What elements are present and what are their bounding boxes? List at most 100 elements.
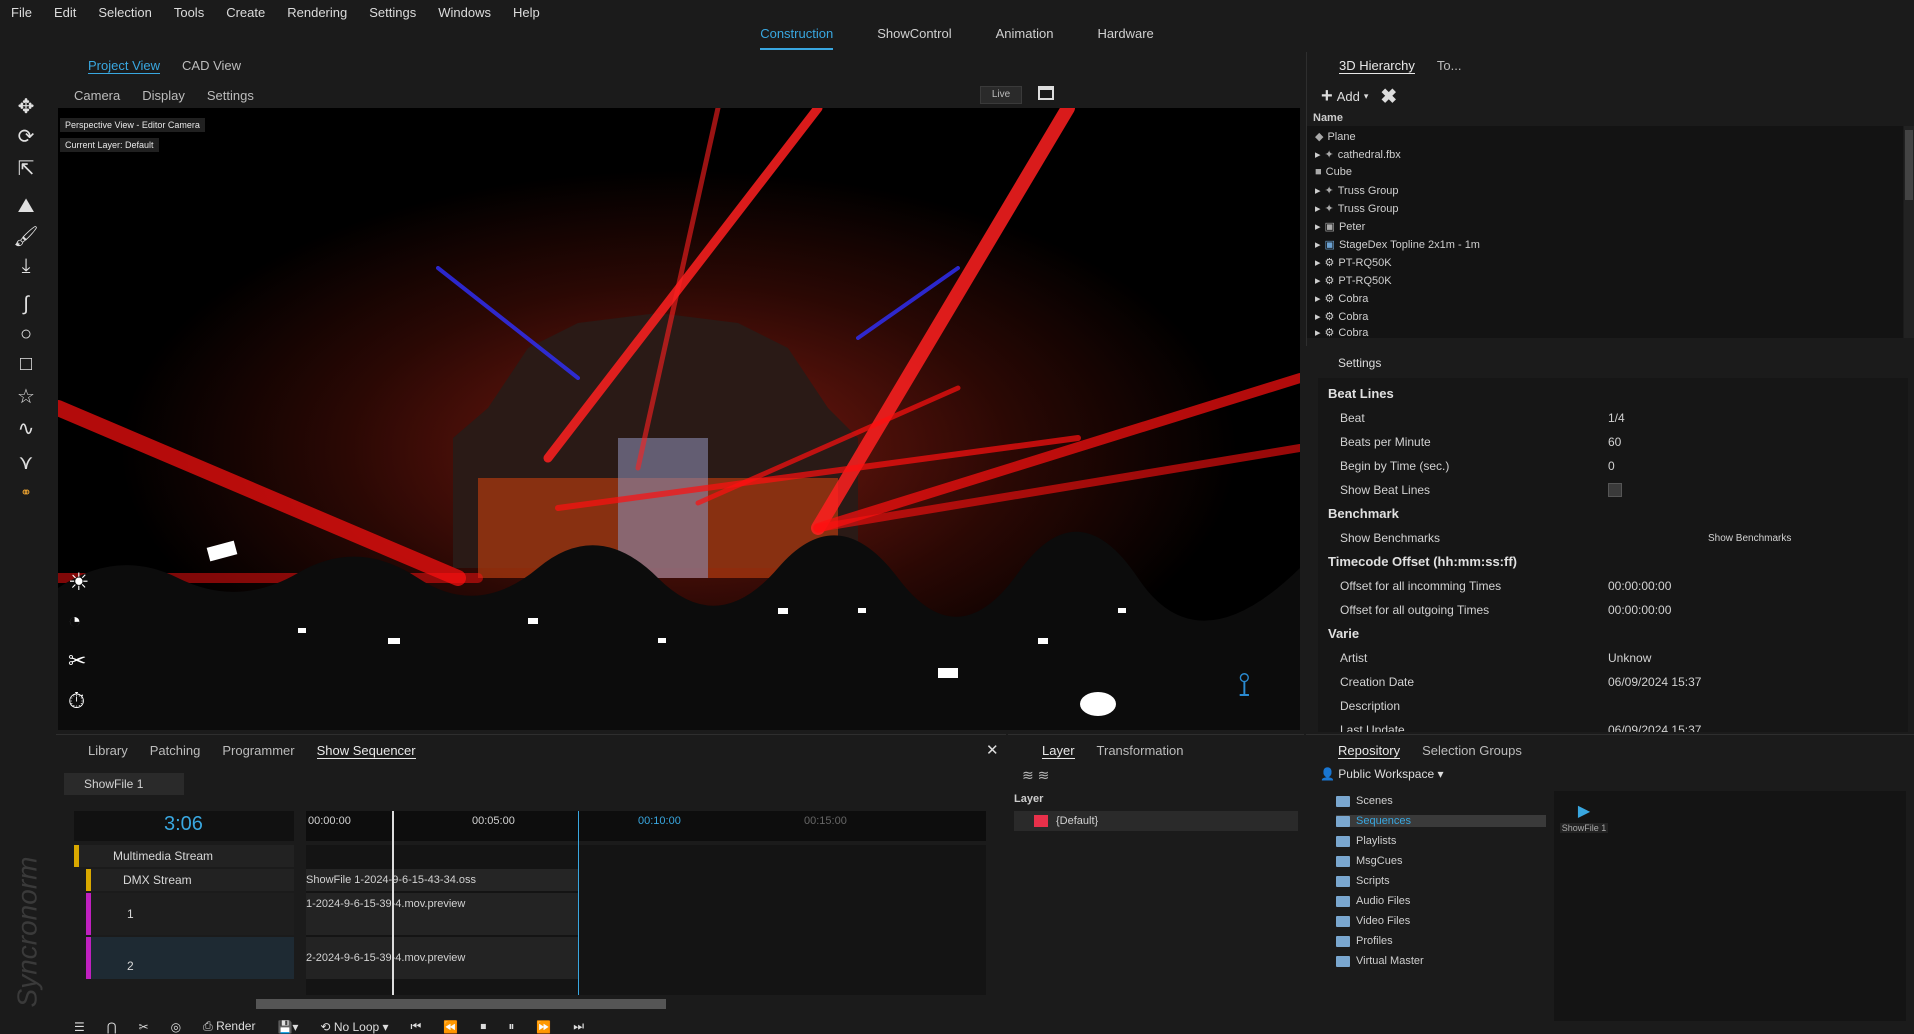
- video-clip-2[interactable]: 2-2024-9-6-15-39-4.mov.preview: [306, 937, 578, 979]
- sun-icon[interactable]: ☀: [68, 568, 90, 597]
- move-icon[interactable]: ✥: [12, 94, 40, 118]
- spline-icon[interactable]: ∫: [12, 292, 40, 316]
- expand-icon[interactable]: ▸: [1315, 148, 1321, 161]
- star-icon[interactable]: ☆: [12, 384, 40, 408]
- scrollbar-thumb[interactable]: [1905, 130, 1913, 200]
- track-header-1[interactable]: 1: [86, 893, 294, 935]
- expand-icon[interactable]: ▸: [1315, 256, 1321, 269]
- scale-icon[interactable]: ⇱: [12, 156, 40, 180]
- hierarchy-item[interactable]: ◆ Plane: [1315, 130, 1356, 144]
- repo-item[interactable]: Playlists: [1336, 835, 1396, 847]
- brush-icon[interactable]: 🖌: [12, 224, 40, 248]
- section-beat-lines[interactable]: Beat Lines: [1328, 386, 1394, 401]
- tab-3d-hierarchy[interactable]: 3D Hierarchy: [1339, 58, 1415, 74]
- track-lanes[interactable]: ShowFile 1-2024-9-6-15-43-34.oss 1-2024-…: [306, 811, 986, 995]
- tools-icon[interactable]: ✂: [68, 648, 86, 674]
- hierarchy-item[interactable]: ▸ ✦ cathedral.fbx: [1315, 148, 1401, 162]
- tab-patching[interactable]: Patching: [150, 743, 201, 759]
- menu-rendering[interactable]: Rendering: [276, 5, 358, 20]
- show-benchmarks-button[interactable]: Show Benchmarks: [1708, 533, 1791, 544]
- expand-icon[interactable]: ▸: [1315, 238, 1321, 251]
- hierarchy-item[interactable]: ▸ ⚙ Cobra: [1315, 310, 1368, 324]
- repo-item[interactable]: Audio Files: [1336, 895, 1410, 907]
- section-varie[interactable]: Varie: [1328, 626, 1359, 641]
- tab-repository[interactable]: Repository: [1338, 743, 1401, 759]
- hierarchy-item[interactable]: ▸ ✦ Truss Group: [1315, 184, 1398, 198]
- magnet-icon[interactable]: ⋂: [107, 1020, 117, 1034]
- circle-icon[interactable]: ○: [12, 322, 40, 346]
- square-icon[interactable]: □: [12, 352, 40, 376]
- expand-icon[interactable]: ▸: [1315, 274, 1321, 287]
- add-button[interactable]: + Add ▾ ✖: [1321, 84, 1397, 109]
- curve-icon[interactable]: ∿: [12, 416, 40, 440]
- menu-help[interactable]: Help: [502, 5, 551, 20]
- hierarchy-item[interactable]: ▸ ⚙ Cobra: [1315, 326, 1368, 340]
- timeline-scrollbar[interactable]: [256, 999, 666, 1009]
- hierarchy-item[interactable]: ▸ ⚙ Cobra: [1315, 292, 1368, 306]
- 3d-viewport[interactable]: Perspective View - Editor Camera Current…: [58, 108, 1300, 730]
- rotate-icon[interactable]: ⟳: [12, 124, 40, 148]
- forward-icon[interactable]: ⏩: [536, 1020, 551, 1034]
- timer-icon[interactable]: ⏱: [68, 688, 85, 714]
- showfile-item[interactable]: ▶ ShowFile 1: [1560, 801, 1608, 833]
- repo-item[interactable]: Video Files: [1336, 915, 1410, 927]
- menu-selection[interactable]: Selection: [87, 5, 162, 20]
- menu-tools[interactable]: Tools: [163, 5, 215, 20]
- menu-windows[interactable]: Windows: [427, 5, 502, 20]
- hierarchy-item[interactable]: ▸ ⚙ PT-RQ50K: [1315, 256, 1392, 270]
- tab-programmer[interactable]: Programmer: [222, 743, 294, 759]
- tab-show-sequencer[interactable]: Show Sequencer: [316, 743, 416, 759]
- section-timecode-offset[interactable]: Timecode Offset (hh:mm:ss:ff): [1328, 554, 1517, 569]
- tab-project-view[interactable]: Project View: [88, 58, 161, 74]
- tab-selection-groups[interactable]: Selection Groups: [1422, 743, 1522, 759]
- save-icon[interactable]: 💾▾: [277, 1020, 298, 1034]
- cut-icon[interactable]: ✂: [139, 1020, 149, 1034]
- list-icon[interactable]: ☰: [74, 1020, 85, 1034]
- repo-item[interactable]: MsgCues: [1336, 855, 1402, 867]
- layer-stack-icon[interactable]: ≋ ≋: [1022, 767, 1049, 784]
- hierarchy-item[interactable]: ▸ ▣ StageDex Topline 2x1m - 1m: [1315, 238, 1480, 252]
- track-header-multimedia[interactable]: Multimedia Stream: [74, 845, 294, 867]
- fixture-icon[interactable]: ⋎: [12, 450, 40, 474]
- tab-transformation[interactable]: Transformation: [1097, 743, 1184, 759]
- tab-to[interactable]: To...: [1437, 58, 1462, 74]
- menu-create[interactable]: Create: [215, 5, 276, 20]
- show-beat-lines-checkbox[interactable]: [1608, 483, 1622, 497]
- expand-icon[interactable]: ▸: [1315, 326, 1321, 339]
- repo-item-selected[interactable]: Sequences: [1336, 815, 1546, 827]
- track-header-dmx[interactable]: DMX Stream: [86, 869, 294, 891]
- drop-icon[interactable]: ⤓: [12, 254, 40, 278]
- video-clip-1[interactable]: 1-2024-9-6-15-39-4.mov.preview: [306, 893, 578, 935]
- tab-cad-view[interactable]: CAD View: [182, 58, 241, 74]
- tab-construction[interactable]: Construction: [760, 26, 834, 50]
- hierarchy-item[interactable]: ▸ ▣ Peter: [1315, 220, 1365, 234]
- tab-hardware[interactable]: Hardware: [1097, 26, 1153, 50]
- hierarchy-scrollbar[interactable]: [1904, 126, 1914, 338]
- showfile-tab[interactable]: ShowFile 1: [64, 773, 184, 795]
- delete-icon[interactable]: ✖: [1380, 84, 1397, 109]
- loop-button[interactable]: ⟲ No Loop ▾: [320, 1020, 388, 1034]
- truss-icon[interactable]: ⚭: [12, 480, 40, 504]
- dmx-clip[interactable]: ShowFile 1-2024-9-6-15-43-34.oss: [306, 869, 578, 891]
- repo-item[interactable]: Virtual Master: [1336, 955, 1424, 967]
- tab-animation[interactable]: Animation: [996, 26, 1054, 50]
- terrain-up-icon[interactable]: ⛰: [12, 194, 40, 218]
- hierarchy-item[interactable]: ▸ ⚙ PT-RQ50K: [1315, 274, 1392, 288]
- expand-icon[interactable]: ▸: [1315, 220, 1321, 233]
- prev-icon[interactable]: ⏪: [443, 1020, 458, 1034]
- menu-settings[interactable]: Settings: [358, 5, 427, 20]
- repo-item[interactable]: Scenes: [1336, 795, 1393, 807]
- hierarchy-item[interactable]: ▸ ✦ Truss Group: [1315, 202, 1398, 216]
- section-benchmark[interactable]: Benchmark: [1328, 506, 1399, 521]
- live-button[interactable]: Live: [980, 86, 1022, 104]
- tab-library[interactable]: Library: [88, 743, 128, 759]
- maximize-icon[interactable]: [1038, 86, 1054, 100]
- expand-icon[interactable]: ▸: [1315, 292, 1321, 305]
- repo-item[interactable]: Scripts: [1336, 875, 1390, 887]
- subtab-camera[interactable]: Camera: [74, 88, 120, 103]
- playhead[interactable]: [392, 811, 394, 995]
- expand-icon[interactable]: ▸: [1315, 202, 1321, 215]
- menu-edit[interactable]: Edit: [43, 5, 87, 20]
- track-header-2[interactable]: 2: [86, 937, 294, 979]
- layer-color-swatch[interactable]: [1034, 815, 1048, 827]
